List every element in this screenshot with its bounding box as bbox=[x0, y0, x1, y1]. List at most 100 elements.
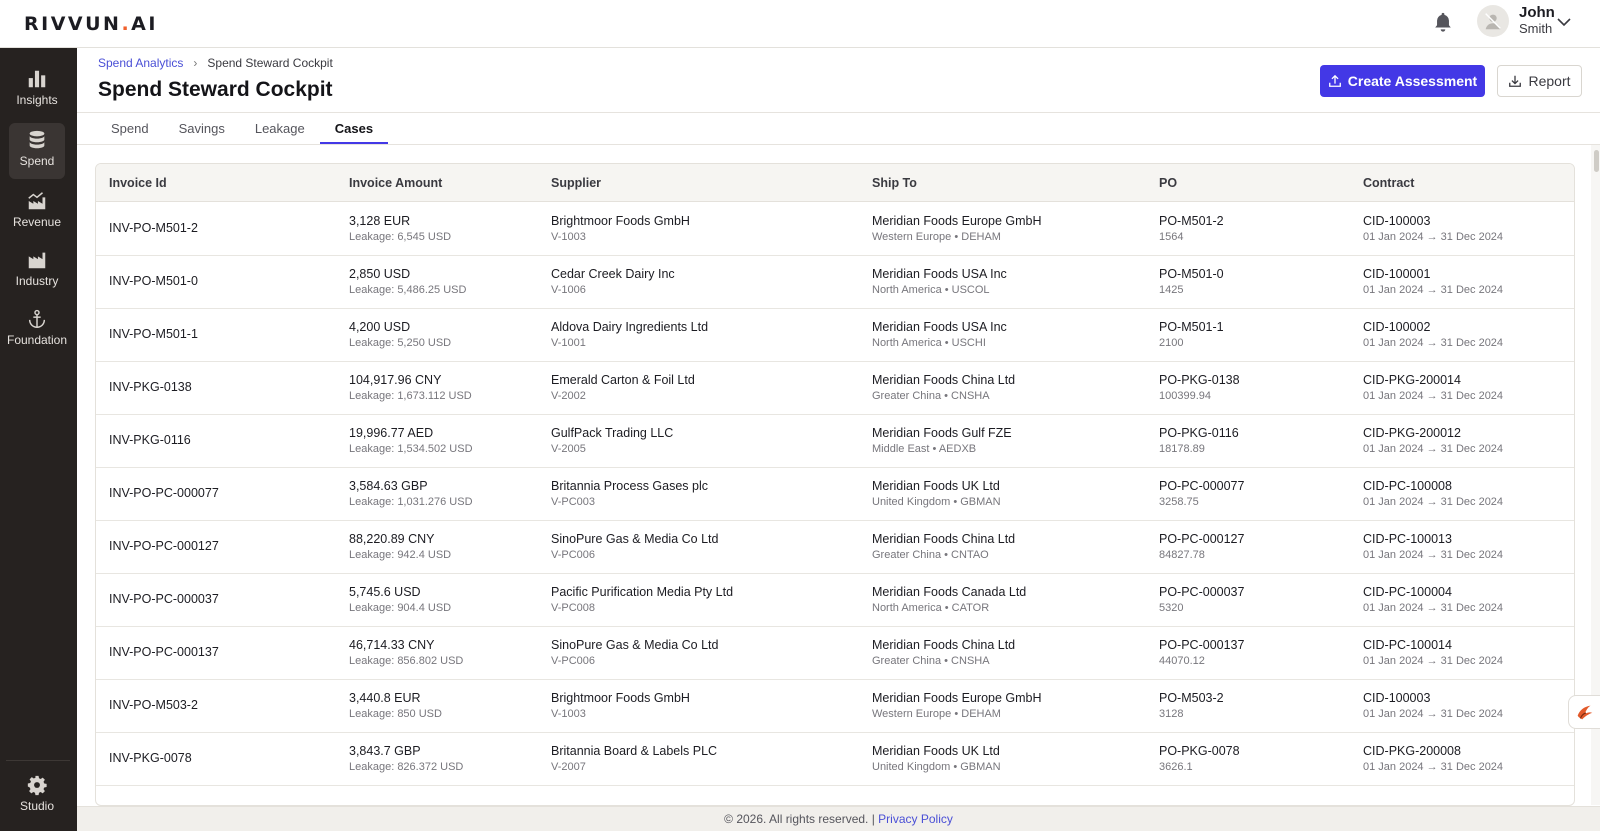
chevron-down-icon[interactable] bbox=[1556, 14, 1572, 30]
column-header-supplier[interactable]: Supplier bbox=[551, 176, 601, 190]
tab-leakage[interactable]: Leakage bbox=[240, 118, 320, 144]
header-divider bbox=[77, 112, 1600, 113]
sidebar-item-label: Foundation bbox=[6, 333, 68, 347]
cell-invoice-id: INV-PO-M501-1 bbox=[109, 327, 198, 341]
privacy-policy-link[interactable]: Privacy Policy bbox=[878, 812, 953, 826]
bell-icon[interactable] bbox=[1432, 10, 1454, 34]
cell-ship-to-detail: Western Europe • DEHAM bbox=[872, 231, 1001, 243]
cell-invoice-amount-value: 104,917.96 CNY bbox=[349, 373, 442, 387]
cell-ship-to: Meridian Foods Gulf FZE Middle East • AED… bbox=[872, 426, 1012, 455]
cell-po-value: PO-PC-000127 bbox=[1159, 532, 1245, 546]
cell-contract: CID-PKG-200012 01 Jan 2024 → 31 Dec 2024 bbox=[1363, 426, 1503, 455]
assistant-icon bbox=[1577, 705, 1593, 720]
cell-supplier-detail: V-PC008 bbox=[551, 602, 596, 614]
cell-ship-to-detail: North America • USCHI bbox=[872, 337, 986, 349]
cell-po: PO-M501-0 1425 bbox=[1159, 267, 1224, 296]
cell-invoice-id: INV-PKG-0138 bbox=[109, 380, 192, 394]
sidebar-item-spend[interactable]: Spend bbox=[9, 123, 65, 179]
scrollbar-thumb[interactable] bbox=[1594, 150, 1599, 172]
table-row[interactable]: INV-PO-M501-2 3,128 EUR Leakage: 6,545 USD… bbox=[96, 202, 1574, 256]
cell-contract: CID-PC-100008 01 Jan 2024 → 31 Dec 2024 bbox=[1363, 479, 1503, 508]
factory-icon bbox=[28, 252, 46, 269]
table-row[interactable]: INV-PKG-0078 3,843.7 GBP Leakage: 826.372 … bbox=[96, 732, 1574, 786]
cell-invoice-id: INV-PO-PC-000037 bbox=[109, 592, 219, 606]
table-row[interactable]: INV-PO-M503-2 3,440.8 EUR Leakage: 850 USD… bbox=[96, 679, 1574, 733]
column-header-contract[interactable]: Contract bbox=[1363, 176, 1414, 190]
sidebar-item-label: Revenue bbox=[12, 215, 62, 229]
cell-supplier: Emerald Carton & Foil Ltd V-2002 bbox=[551, 373, 695, 402]
table-row[interactable]: INV-PO-M501-1 4,200 USD Leakage: 5,250 USD… bbox=[96, 308, 1574, 362]
sidebar-item-foundation[interactable]: Foundation bbox=[6, 302, 68, 358]
cell-invoice-amount-detail: Leakage: 1,031.276 USD bbox=[349, 496, 473, 508]
cell-po-value: PO-M501-1 bbox=[1159, 320, 1224, 334]
cell-po: PO-PC-000137 44070.12 bbox=[1159, 638, 1244, 667]
create-assessment-button[interactable]: Create Assessment bbox=[1320, 65, 1485, 97]
sidebar-item-industry[interactable]: Industry bbox=[9, 243, 65, 299]
assistant-button[interactable] bbox=[1568, 695, 1600, 729]
cell-supplier-value: Aldova Dairy Ingredients Ltd bbox=[551, 320, 709, 334]
cell-supplier-value: Britannia Process Gases plc bbox=[551, 479, 709, 493]
cell-ship-to-value: Meridian Foods UK Ltd bbox=[872, 479, 1000, 493]
logo[interactable]: RIVVUN.AI bbox=[24, 13, 158, 35]
table-row[interactable]: INV-PO-PC-000077 3,584.63 GBP Leakage: 1,0… bbox=[96, 467, 1574, 521]
cell-invoice-amount-detail: Leakage: 942.4 USD bbox=[349, 549, 452, 561]
footer: © 2026. All rights reserved. | Privacy P… bbox=[77, 806, 1600, 831]
sidebar-item-studio[interactable]: Studio bbox=[9, 768, 65, 824]
column-header-invoice-id[interactable]: Invoice Id bbox=[109, 176, 167, 190]
sidebar-item-revenue[interactable]: Revenue bbox=[9, 184, 65, 240]
table-row[interactable]: INV-PKG-0138 104,917.96 CNY Leakage: 1,673… bbox=[96, 361, 1574, 415]
table-row[interactable]: INV-PO-PC-000137 46,714.33 CNY Leakage: 85… bbox=[96, 626, 1574, 680]
cell-contract-value: CID-PC-100004 bbox=[1363, 585, 1452, 599]
column-header-invoice-amount[interactable]: Invoice Amount bbox=[349, 176, 442, 190]
cell-supplier-value: SinoPure Gas & Media Co Ltd bbox=[551, 532, 719, 546]
cell-invoice-amount: 5,745.6 USD Leakage: 904.4 USD bbox=[349, 585, 451, 614]
cell-ship-to: Meridian Foods Europe GmbH Western Europe… bbox=[872, 214, 1042, 243]
cell-supplier-detail: V-1003 bbox=[551, 708, 586, 720]
cell-invoice-amount-value: 5,745.6 USD bbox=[349, 585, 421, 599]
cell-contract-detail: 01 Jan 2024 → 31 Dec 2024 bbox=[1363, 390, 1504, 402]
cell-ship-to-value: Meridian Foods Europe GmbH bbox=[872, 214, 1042, 228]
avatar[interactable] bbox=[1477, 5, 1509, 37]
column-header-ship-to[interactable]: Ship To bbox=[872, 176, 917, 190]
user-last-name: Smith bbox=[1519, 21, 1553, 36]
cell-ship-to-value: Meridian Foods China Ltd bbox=[872, 638, 1016, 652]
cell-supplier-detail: V-2005 bbox=[551, 443, 586, 455]
cell-po: PO-M501-2 1564 bbox=[1159, 214, 1224, 243]
cell-po-value: PO-PKG-0078 bbox=[1159, 744, 1240, 758]
column-header-po[interactable]: PO bbox=[1159, 176, 1177, 190]
sidebar-divider bbox=[6, 760, 70, 761]
cell-ship-to-detail: Middle East • AEDXB bbox=[872, 443, 977, 455]
breadcrumb-link-spend-analytics[interactable]: Spend Analytics bbox=[98, 56, 183, 70]
cases-table: Invoice Id Invoice Amount Supplier Ship … bbox=[95, 163, 1575, 806]
cell-invoice-amount-value: 3,440.8 EUR bbox=[349, 691, 421, 705]
cell-po-value: PO-M501-2 bbox=[1159, 214, 1224, 228]
cell-ship-to-detail: North America • CATOR bbox=[872, 602, 990, 614]
cell-po-value: PO-M503-2 bbox=[1159, 691, 1224, 705]
cell-ship-to: Meridian Foods UK Ltd United Kingdom • GB… bbox=[872, 744, 1001, 773]
table-row[interactable]: INV-PO-PC-000127 88,220.89 CNY Leakage: 94… bbox=[96, 520, 1574, 574]
report-button[interactable]: Report bbox=[1497, 65, 1582, 97]
tab-savings[interactable]: Savings bbox=[164, 118, 240, 144]
table-row[interactable]: INV-PO-PC-000037 5,745.6 USD Leakage: 904.… bbox=[96, 573, 1574, 627]
cell-contract-value: CID-PC-100013 bbox=[1363, 532, 1452, 546]
cell-invoice-amount-value: 46,714.33 CNY bbox=[349, 638, 435, 652]
table-row[interactable]: INV-PO-M501-0 2,850 USD Leakage: 5,486.25 … bbox=[96, 255, 1574, 309]
cell-invoice-amount-detail: Leakage: 856.802 USD bbox=[349, 655, 464, 667]
cell-contract-value: CID-100002 bbox=[1363, 320, 1431, 334]
cell-supplier-detail: V-PC003 bbox=[551, 496, 596, 508]
table-row[interactable]: INV-PKG-0116 19,996.77 AED Leakage: 1,534.… bbox=[96, 414, 1574, 468]
cell-po-value: PO-PC-000077 bbox=[1159, 479, 1245, 493]
user-menu[interactable]: John Smith bbox=[1477, 5, 1555, 37]
upload-icon bbox=[1328, 74, 1341, 87]
cell-contract: CID-PKG-200014 01 Jan 2024 → 31 Dec 2024 bbox=[1363, 373, 1503, 402]
cell-invoice-id: INV-PO-M503-2 bbox=[109, 698, 198, 712]
tab-spend[interactable]: Spend bbox=[96, 118, 164, 144]
cell-invoice-amount: 88,220.89 CNY Leakage: 942.4 USD bbox=[349, 532, 451, 561]
cell-supplier: Brightmoor Foods GmbH V-1003 bbox=[551, 691, 690, 720]
sidebar-item-insights[interactable]: Insights bbox=[9, 62, 65, 118]
cell-supplier-detail: V-1001 bbox=[551, 337, 586, 349]
cell-po: PO-PC-000037 5320 bbox=[1159, 585, 1244, 614]
cell-ship-to: Meridian Foods USA Inc North America • US… bbox=[872, 267, 1007, 296]
tab-cases[interactable]: Cases bbox=[319, 118, 389, 144]
gear-icon bbox=[27, 775, 47, 796]
